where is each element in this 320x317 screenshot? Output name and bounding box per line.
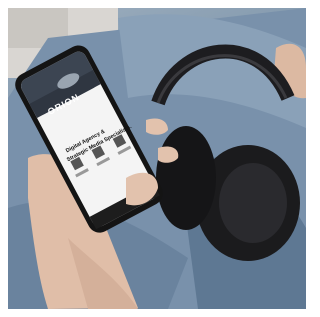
headphones-cup-left xyxy=(156,126,216,230)
photo: ORION Digital Agency & Strategic Media S… xyxy=(8,8,306,309)
scene xyxy=(8,8,306,309)
